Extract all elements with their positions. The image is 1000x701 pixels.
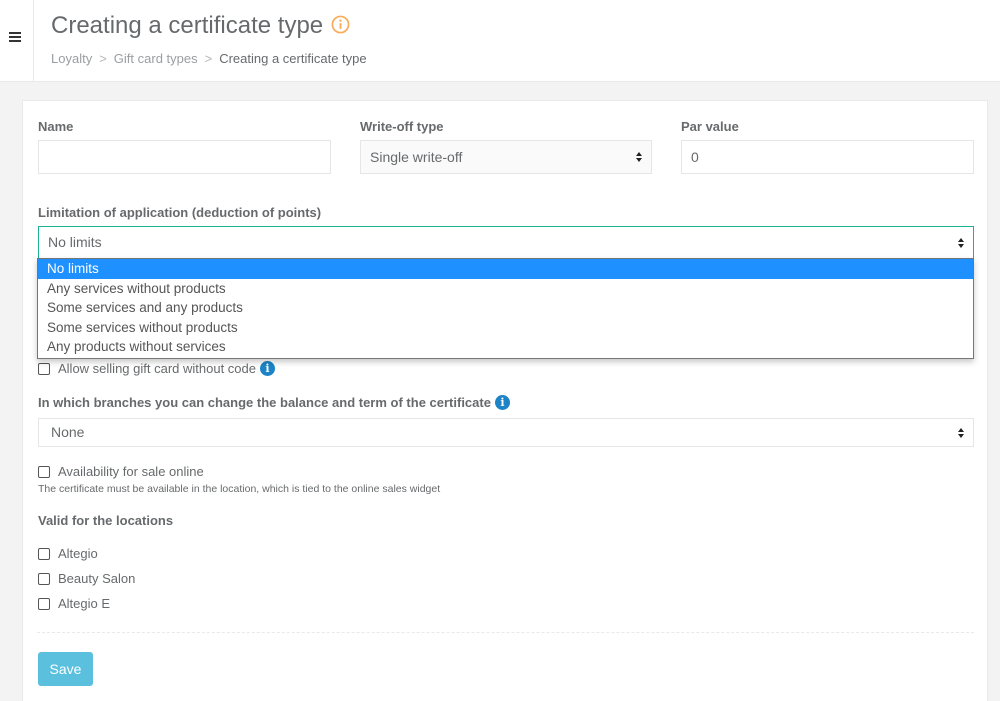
- name-label: Name: [38, 119, 74, 134]
- checkbox-box[interactable]: [38, 597, 50, 610]
- allow-selling-checkbox[interactable]: Allow selling gift card without code i: [38, 361, 275, 376]
- location-label: Beauty Salon: [58, 571, 136, 586]
- limitation-select[interactable]: No limits: [38, 226, 974, 259]
- limitation-value: No limits: [48, 234, 102, 250]
- location-checkbox-altegio[interactable]: Altegio: [38, 546, 98, 561]
- select-arrows-icon: [958, 237, 965, 248]
- limitation-option[interactable]: Some services and any products: [38, 298, 973, 318]
- location-label: Altegio E: [58, 596, 111, 611]
- menu-strip: [0, 0, 34, 82]
- location-checkbox-altegio-e[interactable]: Altegio E: [38, 596, 110, 611]
- writeoff-label: Write-off type: [360, 119, 444, 134]
- page-title: Creating a certificate type: [51, 12, 350, 40]
- limitation-dropdown: No limits Any services without products …: [37, 258, 974, 359]
- branches-label: In which branches you can change the bal…: [38, 395, 510, 410]
- breadcrumb-separator: >: [204, 51, 213, 66]
- hamburger-menu-icon[interactable]: [9, 32, 21, 44]
- online-sale-hint: The certificate must be available in the…: [38, 483, 441, 495]
- branches-value: None: [51, 424, 85, 440]
- breadcrumb-loyalty[interactable]: Loyalty: [51, 51, 92, 66]
- branches-label-text: In which branches you can change the bal…: [38, 395, 491, 410]
- checkbox-box[interactable]: [38, 547, 50, 560]
- breadcrumb-current: Creating a certificate type: [219, 51, 367, 66]
- allow-selling-label: Allow selling gift card without code: [58, 361, 256, 376]
- checkbox-box[interactable]: [38, 572, 50, 585]
- save-button[interactable]: Save: [38, 652, 93, 686]
- branches-select[interactable]: None: [38, 418, 974, 447]
- select-arrows-icon: [958, 427, 965, 438]
- breadcrumb: Loyalty > Gift card types > Creating a certi…: [51, 51, 367, 66]
- location-checkbox-beauty-salon[interactable]: Beauty Salon: [38, 571, 135, 586]
- name-input[interactable]: [38, 140, 331, 174]
- info-icon[interactable]: i: [260, 361, 275, 376]
- info-icon[interactable]: i: [494, 395, 510, 410]
- page-header: Creating a certificate type Loyalty > Gift…: [34, 0, 1000, 82]
- writeoff-value: Single write-off: [370, 149, 463, 165]
- checkbox-box[interactable]: [38, 465, 50, 478]
- limitation-label: Limitation of application (deduction of …: [38, 205, 322, 220]
- par-value-label: Par value: [681, 119, 739, 134]
- limitation-option[interactable]: Some services without products: [38, 318, 973, 338]
- location-label: Altegio: [58, 546, 98, 561]
- limitation-option[interactable]: Any products without services: [38, 337, 973, 357]
- par-value-input[interactable]: 0: [681, 140, 974, 174]
- locations-label: Valid for the locations: [38, 513, 174, 528]
- page-title-text: Creating a certificate type: [51, 12, 324, 39]
- writeoff-select[interactable]: Single write-off: [360, 140, 652, 174]
- select-arrows-icon: [636, 152, 643, 162]
- checkbox-box[interactable]: [38, 362, 50, 375]
- info-circle-icon[interactable]: [331, 15, 350, 34]
- online-sale-checkbox[interactable]: Availability for sale online: [38, 464, 204, 479]
- divider: [37, 632, 974, 633]
- limitation-option[interactable]: No limits: [38, 259, 973, 279]
- breadcrumb-separator: >: [99, 51, 107, 66]
- breadcrumb-gift-card-types[interactable]: Gift card types: [114, 51, 198, 66]
- limitation-option[interactable]: Any services without products: [38, 279, 973, 299]
- online-sale-label: Availability for sale online: [58, 464, 204, 479]
